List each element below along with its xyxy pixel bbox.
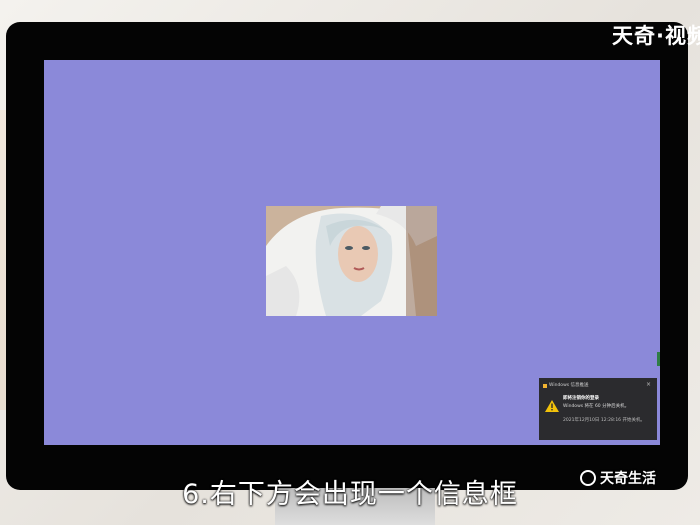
desktop-screen: Windows 信息推送 × 即将注销你的登录 Windows 将在 60 分钟… — [44, 60, 660, 445]
notification-app-name: Windows 信息推送 — [549, 383, 589, 388]
logo-icon — [580, 470, 596, 486]
notification-toast[interactable]: Windows 信息推送 × 即将注销你的登录 Windows 将在 60 分钟… — [539, 378, 657, 440]
brand-logo: 天奇生活 — [580, 468, 656, 488]
watermark-text: 天奇·视频 — [612, 24, 700, 48]
brand-logo-text: 天奇生活 — [600, 471, 656, 487]
notification-body: Windows 将在 60 分钟后关机。 — [563, 404, 630, 409]
warning-icon — [545, 400, 559, 412]
scrollbar-handle[interactable] — [657, 352, 660, 366]
notification-time: 2021年12月10日 12:28:16 开始关机。 — [563, 418, 645, 423]
wallpaper-image — [266, 206, 437, 316]
app-logo-icon — [543, 384, 547, 388]
notification-title: 即将注销你的登录 — [563, 396, 599, 401]
close-icon[interactable]: × — [646, 382, 651, 388]
